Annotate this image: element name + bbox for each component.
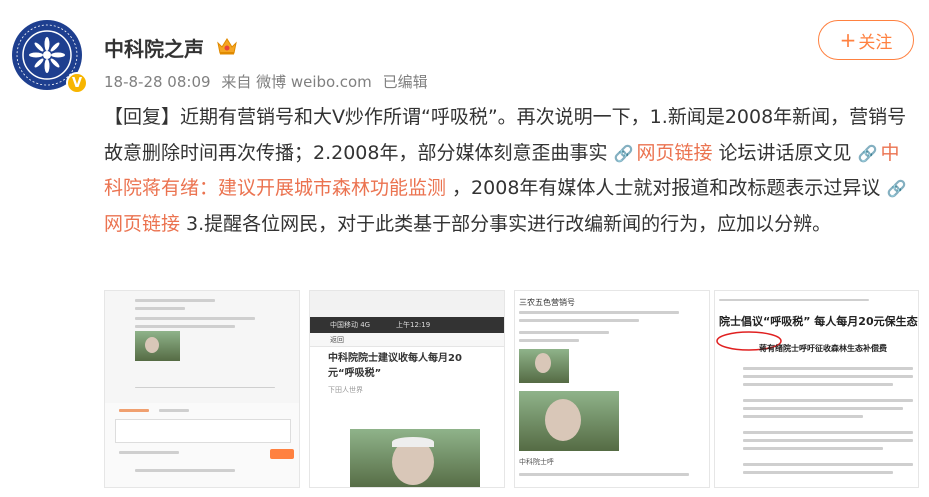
post-meta: 18-8-28 08:09 来自 微博 weibo.com 已编辑	[104, 71, 434, 92]
plus-icon: +	[839, 28, 857, 52]
crown-member-icon[interactable]	[216, 36, 238, 56]
article-subheadline: 蒋有绪院士呼吁征收森林生态补偿费	[759, 344, 887, 353]
image-thumbnail-1[interactable]	[104, 290, 300, 488]
post-datetime[interactable]: 18-8-28 08:09	[104, 73, 211, 91]
image-caption: 中科院士呼	[519, 458, 554, 466]
chain-link-icon: 🔗	[886, 179, 907, 198]
post-source[interactable]: 来自 微博 weibo.com	[221, 73, 371, 91]
chain-link-icon: 🔗	[857, 143, 878, 163]
article-byline: 下田人世界	[328, 386, 363, 394]
post-paragraph-4: 3.提醒各位网民，对于此类基于部分事实进行改编新闻的行为，应加以分辨。	[180, 212, 832, 235]
status-bar-time: 上午12:19	[396, 321, 431, 329]
post-paragraph-2: 论坛讲话原文见	[712, 141, 858, 164]
image-thumbnail-2[interactable]: 中国移动 4G 上午12:19 返回 中科院院士建议收每人每月20元“呼吸税” …	[309, 290, 505, 488]
back-label: 返回	[330, 336, 344, 344]
verified-badge-icon: V	[66, 72, 88, 94]
web-link-1-label: 网页链接	[636, 141, 713, 164]
image-thumbnail-3[interactable]: 三农五色营销号 中科院士呼	[514, 290, 710, 488]
weibo-account-name: 三农五色营销号	[519, 298, 575, 307]
web-link-1[interactable]: 🔗 网页链接	[614, 142, 713, 164]
article-headline: 院士倡议“呼吸税” 每人每月20元保生态	[719, 315, 918, 328]
image-thumbnail-4[interactable]: 院士倡议“呼吸税” 每人每月20元保生态 蒋有绪院士呼吁征收森林生态补偿费	[714, 290, 919, 488]
article-headline: 中科院院士建议收每人每月20元“呼吸税”	[328, 353, 462, 379]
post-text: 【回复】近期有营销号和大V炒作所谓“呼吸税”。再次说明一下，1.新闻是2008年…	[104, 100, 916, 242]
post-paragraph-3: ，2008年有媒体人士就对报道和改标题表示过异议	[446, 177, 887, 199]
status-bar-carrier: 中国移动 4G	[330, 321, 371, 329]
post-edited[interactable]: 已编辑	[383, 73, 428, 91]
web-link-2-label: 网页链接	[104, 212, 181, 235]
chain-link-icon: 🔗	[613, 143, 634, 163]
username[interactable]: 中科院之声	[104, 33, 204, 62]
follow-button[interactable]: + 关注	[818, 20, 914, 60]
follow-label: 关注	[858, 32, 893, 53]
